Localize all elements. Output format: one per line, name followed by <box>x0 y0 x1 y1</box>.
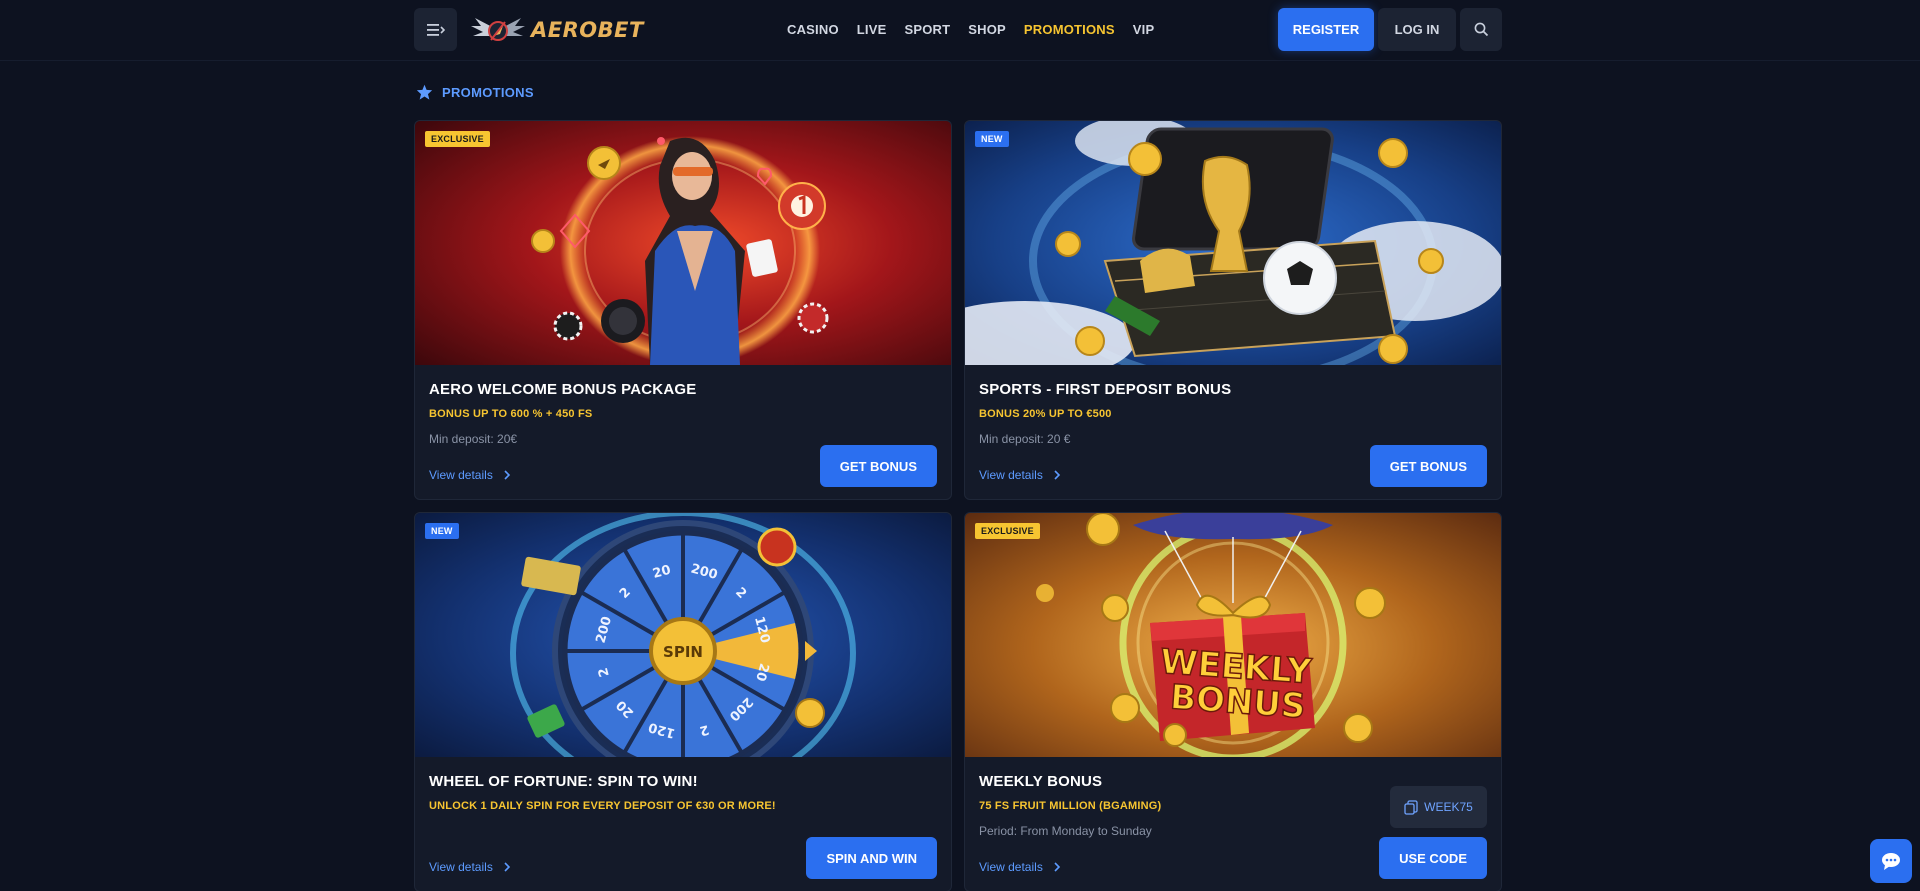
badge-exclusive: EXCLUSIVE <box>975 523 1040 539</box>
copy-icon <box>1404 799 1418 815</box>
promo-code-copy[interactable]: WEEK75 <box>1390 786 1487 828</box>
welcome-promo-art <box>415 121 951 365</box>
promo-code-value: WEEK75 <box>1424 800 1473 814</box>
view-details-label: View details <box>979 468 1043 482</box>
promo-title: WHEEL OF FORTUNE: SPIN TO WIN! <box>429 773 698 790</box>
chevron-right-icon <box>504 862 510 872</box>
promo-period: Period: From Monday to Sunday <box>979 824 1152 838</box>
badge-new: NEW <box>425 523 459 539</box>
promo-image-weekly[interactable]: WEEKLY BONUS EXCLUSIVE <box>965 513 1501 757</box>
view-details-label: View details <box>429 468 493 482</box>
top-header: AEROBET CASINO LIVE SPORT SHOP PROMOTION… <box>0 0 1920 61</box>
promo-card-wheel: SPIN 200 2 120 20 200 2 120 20 2 200 2 20 NEW WHEEL… <box>414 512 952 891</box>
chevron-right-icon <box>1054 470 1060 480</box>
section-title: PROMOTIONS <box>416 84 534 100</box>
view-details-label: View details <box>429 860 493 874</box>
promo-subtitle: BONUS UP TO 600 % + 450 FS <box>429 408 593 420</box>
promo-title: SPORTS - FIRST DEPOSIT BONUS <box>979 381 1232 398</box>
promo-min-deposit: Min deposit: 20€ <box>429 432 518 446</box>
section-title-text: PROMOTIONS <box>442 84 534 100</box>
promo-card-welcome: EXCLUSIVE AERO WELCOME BONUS PACKAGE BON… <box>414 120 952 500</box>
badge-new: NEW <box>975 131 1009 147</box>
nav-sport[interactable]: SPORT <box>904 22 950 37</box>
use-code-button[interactable]: USE CODE <box>1379 837 1487 879</box>
promo-image-sports[interactable]: NEW <box>965 121 1501 365</box>
search-icon <box>1474 22 1488 37</box>
view-details-link[interactable]: View details <box>979 860 1063 874</box>
weekly-promo-art: WEEKLY BONUS <box>965 513 1501 757</box>
star-icon <box>416 84 433 100</box>
promo-subtitle: 75 FS FRUIT MILLION (BGAMING) <box>979 800 1162 812</box>
chevron-right-icon <box>504 470 510 480</box>
get-bonus-button[interactable]: GET BONUS <box>1369 445 1487 487</box>
promo-image-welcome[interactable]: EXCLUSIVE <box>415 121 951 365</box>
menu-icon <box>426 23 445 36</box>
promo-title: WEEKLY BONUS <box>979 773 1103 790</box>
header-inner: AEROBET CASINO LIVE SPORT SHOP PROMOTION… <box>414 8 1502 51</box>
promo-image-wheel[interactable]: SPIN 200 2 120 20 200 2 120 20 2 200 2 20 NEW <box>415 513 951 757</box>
wheel-promo-art: SPIN 2002120202002120202200220 <box>415 513 951 757</box>
promo-min-deposit: Min deposit: 20 € <box>979 432 1071 446</box>
promo-subtitle: UNLOCK 1 DAILY SPIN FOR EVERY DEPOSIT OF… <box>429 800 776 812</box>
promo-subtitle: BONUS 20% UP TO €500 <box>979 408 1112 420</box>
view-details-link[interactable]: View details <box>979 468 1063 482</box>
badge-exclusive: EXCLUSIVE <box>425 131 490 147</box>
live-chat-button[interactable] <box>1870 839 1912 883</box>
spin-and-win-button[interactable]: SPIN AND WIN <box>806 837 937 879</box>
main-nav: CASINO LIVE SPORT SHOP PROMOTIONS VIP <box>787 8 1154 51</box>
nav-live[interactable]: LIVE <box>857 22 887 37</box>
get-bonus-button[interactable]: GET BONUS <box>819 445 937 487</box>
menu-toggle-button[interactable] <box>414 8 457 51</box>
logo-text: AEROBET <box>531 17 644 42</box>
chevron-right-icon <box>1054 862 1060 872</box>
view-details-label: View details <box>979 860 1043 874</box>
search-button[interactable] <box>1460 8 1502 51</box>
aerobet-logo[interactable]: AEROBET <box>469 8 644 51</box>
nav-vip[interactable]: VIP <box>1133 22 1155 37</box>
login-button[interactable]: LOG IN <box>1378 8 1456 51</box>
view-details-link[interactable]: View details <box>429 860 513 874</box>
winged-logo-icon <box>471 17 525 41</box>
view-details-link[interactable]: View details <box>429 468 513 482</box>
promo-card-sports: NEW SPORTS - FIRST DEPOSIT BONUS BONUS 2… <box>964 120 1502 500</box>
chat-icon <box>1882 853 1900 870</box>
promo-title: AERO WELCOME BONUS PACKAGE <box>429 381 697 398</box>
sports-promo-art <box>965 121 1501 365</box>
promo-card-weekly: WEEKLY BONUS EXCLUSIVE WEEKLY BONUS 75 F… <box>964 512 1502 891</box>
register-button[interactable]: REGISTER <box>1278 8 1374 51</box>
wheel-center-text: SPIN <box>663 643 703 661</box>
nav-shop[interactable]: SHOP <box>968 22 1006 37</box>
nav-promotions[interactable]: PROMOTIONS <box>1024 22 1115 37</box>
nav-casino[interactable]: CASINO <box>787 22 839 37</box>
